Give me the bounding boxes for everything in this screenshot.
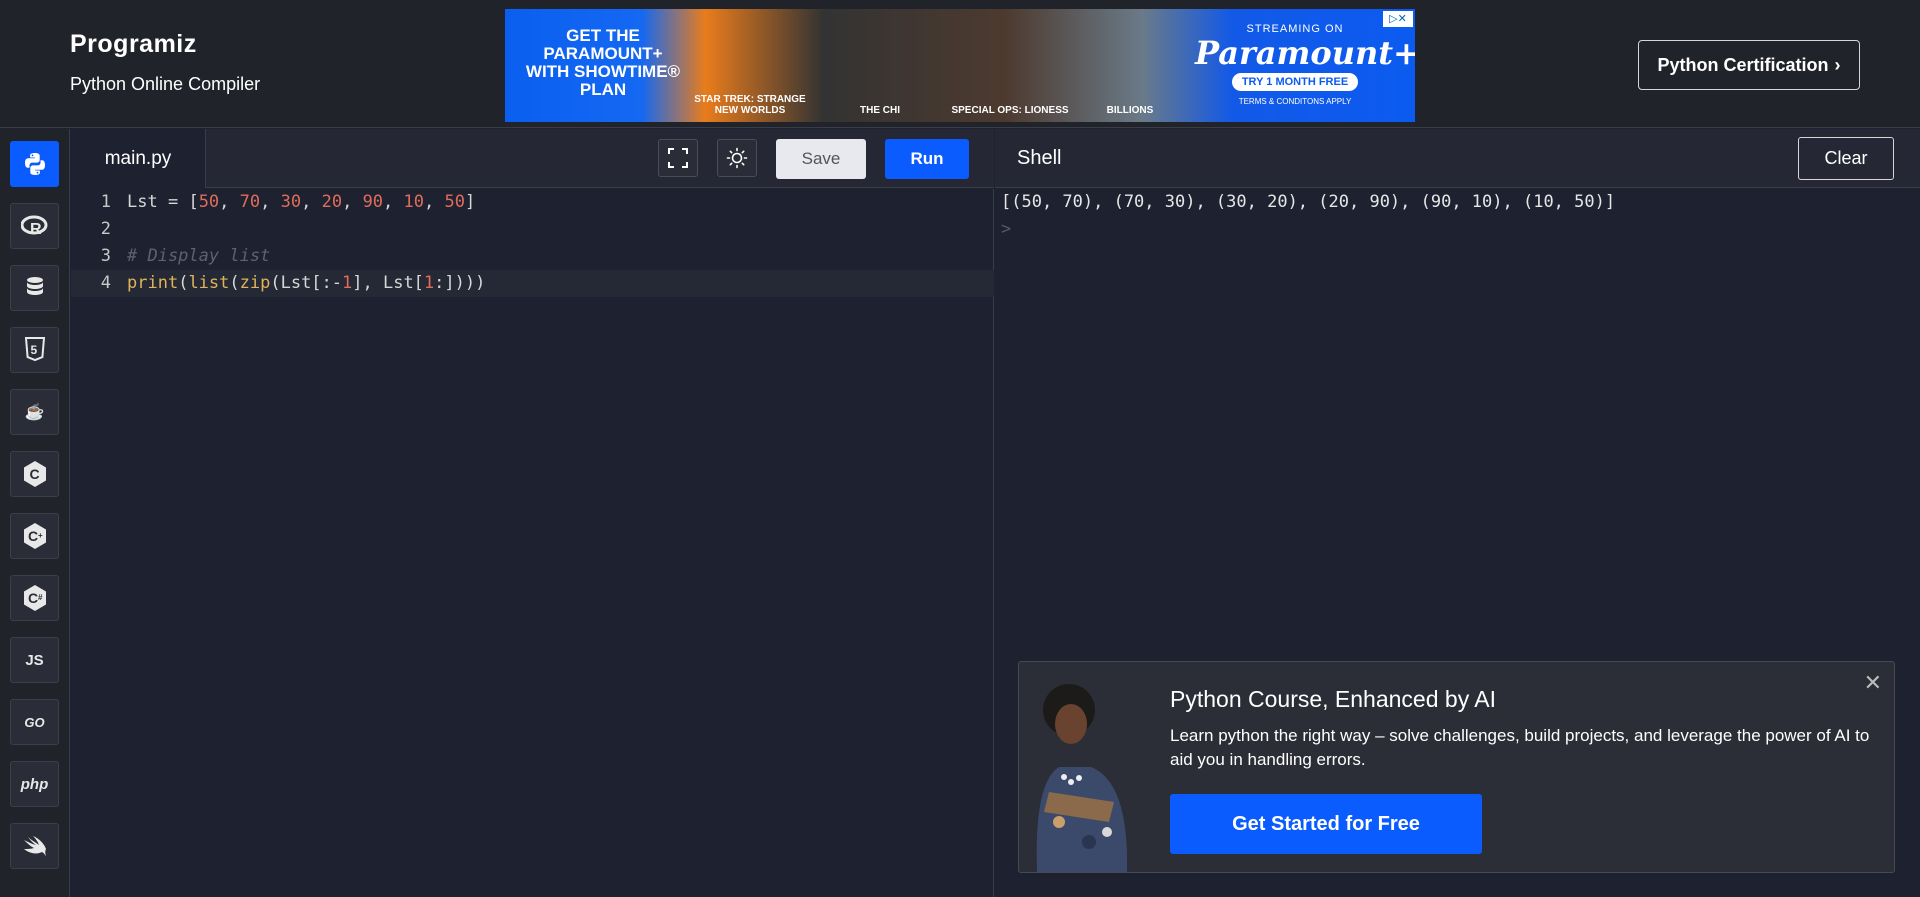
code-line[interactable]: 3 # Display list: [71, 243, 994, 270]
line-number: 2: [100, 219, 111, 239]
csharp-icon: C #: [23, 585, 46, 611]
php-icon: php: [20, 775, 49, 793]
sidebar-item-html[interactable]: 5: [10, 327, 59, 373]
line-number: 4: [100, 273, 111, 293]
python-certification-button[interactable]: Python Certification ›: [1638, 40, 1860, 90]
sidebar-item-go[interactable]: GO: [10, 699, 59, 745]
page-subtitle: Python Online Compiler: [70, 74, 261, 94]
svg-text:R: R: [30, 221, 42, 237]
ad-caption: SPECIAL OPS: LIONESS: [951, 105, 1069, 116]
svg-text:#: #: [38, 593, 43, 602]
sidebar-item-java[interactable]: ☕: [10, 389, 59, 435]
tab-label: main.py: [104, 147, 172, 169]
run-button[interactable]: Run: [885, 139, 969, 179]
ad-brand-block: STREAMING ON Paramount+ TRY 1 MONTH FREE…: [1195, 23, 1415, 106]
code-text: print(list(zip(Lst[:-1], Lst[1:]))): [127, 273, 486, 293]
svg-text:+: +: [38, 531, 43, 540]
c-language-icon: C: [23, 461, 46, 487]
code-line[interactable]: 2: [71, 216, 994, 243]
fullscreen-button[interactable]: [658, 139, 698, 177]
sidebar-item-cpp[interactable]: C +: [10, 513, 59, 559]
database-icon: [26, 277, 43, 295]
svg-text:5: 5: [30, 343, 37, 357]
swift-icon: [23, 836, 46, 856]
line-number: 1: [100, 192, 111, 212]
promo-description: Learn python the right way – solve chall…: [1170, 726, 1870, 769]
shell-toolbar: Shell Clear: [995, 129, 1920, 188]
svg-text:C: C: [28, 590, 38, 606]
ad-terms: TERMS & CONDITONS APPLY: [1238, 97, 1352, 106]
sidebar-item-python[interactable]: [10, 141, 59, 187]
ad-caption: THE CHI: [860, 105, 900, 116]
programiz-logo[interactable]: Programiz: [70, 30, 197, 59]
sidebar-item-js[interactable]: JS: [10, 637, 59, 683]
ad-caption: BILLIONS: [1106, 105, 1154, 116]
code-editor[interactable]: 1 Lst = [50, 70, 30, 20, 90, 10, 50] 2 3…: [71, 189, 994, 897]
line-number: 3: [100, 246, 111, 266]
shell-prompt: >: [1001, 219, 1012, 239]
shell-output-text: [(50, 70), (70, 30), (30, 20), (20, 90),…: [1001, 192, 1616, 212]
cert-button-label: Python Certification: [1657, 54, 1829, 75]
r-language-icon: R: [20, 215, 47, 237]
code-text: Lst = [50, 70, 30, 20, 90, 10, 50]: [127, 192, 476, 212]
svg-text:C: C: [29, 466, 39, 482]
code-line-current[interactable]: 4 print(list(zip(Lst[:-1], Lst[1:]))): [71, 270, 994, 297]
ad-headline: GET THE PARAMOUNT+ WITH SHOWTIME® PLAN: [525, 26, 681, 99]
course-promo-card: Python Course, Enhanced by AI Learn pyth…: [1018, 661, 1895, 873]
java-icon: ☕: [24, 404, 45, 421]
header: Programiz Python Online Compiler GET THE…: [0, 0, 1920, 128]
javascript-icon: JS: [25, 651, 44, 669]
sidebar-item-c[interactable]: C: [10, 451, 59, 497]
theme-toggle-button[interactable]: [717, 139, 757, 177]
ad-choices-icon[interactable]: ▷✕: [1383, 11, 1413, 27]
sidebar-item-swift[interactable]: [10, 823, 59, 869]
sun-icon: [726, 147, 748, 169]
code-line[interactable]: 1 Lst = [50, 70, 30, 20, 90, 10, 50]: [71, 189, 994, 216]
close-icon[interactable]: ✕: [1864, 672, 1882, 694]
ad-caption: STAR TREK: STRANGE NEW WORLDS: [694, 94, 806, 116]
tab-main-py[interactable]: main.py: [71, 129, 206, 188]
python-icon: [24, 153, 45, 175]
ad-banner[interactable]: GET THE PARAMOUNT+ WITH SHOWTIME® PLAN S…: [505, 9, 1415, 122]
ad-brand: Paramount+: [1195, 34, 1415, 72]
sidebar-item-csharp[interactable]: C #: [10, 575, 59, 621]
cpp-icon: C +: [23, 523, 46, 549]
sidebar-item-r[interactable]: R: [10, 203, 59, 249]
chevron-right-icon: ›: [1834, 54, 1841, 75]
sidebar-item-sql[interactable]: [10, 265, 59, 311]
fullscreen-icon: [668, 148, 688, 168]
html5-icon: 5: [24, 337, 45, 362]
instructor-photo: [1036, 684, 1128, 872]
language-sidebar: R 5 ☕ C C + C # JS GO php: [0, 129, 70, 897]
code-comment: # Display list: [127, 246, 271, 266]
save-button[interactable]: Save: [776, 139, 866, 179]
editor-toolbar: main.py Save Run: [71, 129, 994, 188]
clear-button[interactable]: Clear: [1798, 137, 1894, 180]
promo-title: Python Course, Enhanced by AI: [1170, 686, 1497, 712]
get-started-button[interactable]: Get Started for Free: [1170, 794, 1482, 854]
svg-text:C: C: [28, 528, 38, 544]
shell-title: Shell: [1017, 147, 1062, 169]
ad-cta[interactable]: TRY 1 MONTH FREE: [1231, 73, 1359, 91]
go-icon: GO: [24, 714, 45, 730]
sidebar-item-php[interactable]: php: [10, 761, 59, 807]
